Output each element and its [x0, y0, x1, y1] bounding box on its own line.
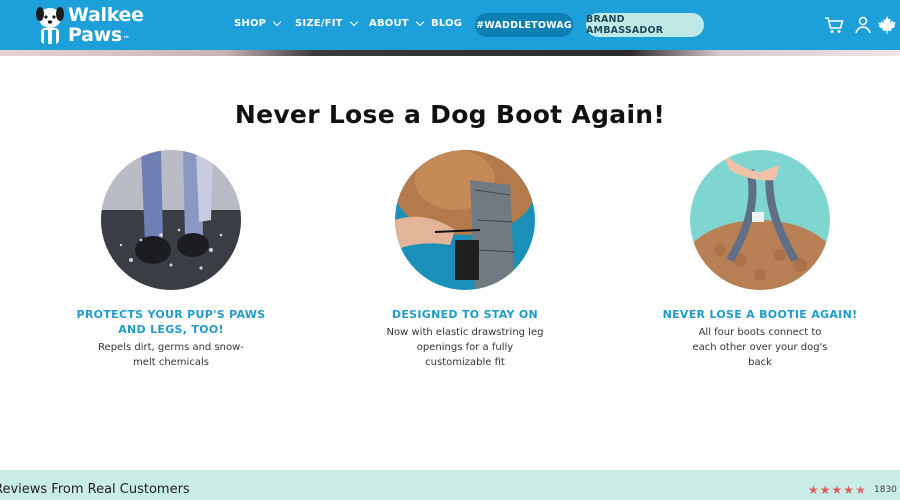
hero-image-edge — [0, 50, 900, 56]
chevron-down-icon — [349, 17, 358, 26]
feature-description: All four boots connect to each other ove… — [692, 327, 828, 368]
logo-text-line1: Walkee — [68, 4, 144, 26]
nav-size-fit[interactable]: SIZE/FIT — [295, 17, 358, 29]
star-icon: ★ — [831, 483, 843, 497]
star-icon: ★ — [808, 483, 819, 497]
feature-title: PROTECTS YOUR PUP'S PAWS AND LEGS, TOO! — [76, 308, 266, 336]
chevron-down-icon — [415, 17, 425, 26]
logo-text-line2-label: Paws — [68, 24, 122, 46]
feature-image-drawstring — [395, 150, 535, 290]
feature-image-connected-straps — [690, 150, 830, 290]
nav-size-fit-label: SIZE/FIT — [295, 18, 343, 29]
star-icon: ★ — [843, 483, 855, 497]
nav-blog[interactable]: BLOG — [431, 18, 462, 29]
star-rating[interactable]: ★ ★ ★ ★ ★ — [808, 484, 866, 496]
nav-about-label: ABOUT — [369, 18, 409, 29]
maple-leaf-icon[interactable] — [877, 15, 897, 35]
page-headline: Never Lose a Dog Boot Again! — [234, 100, 666, 129]
feature-never-lose: NEVER LOSE A BOOTIE AGAIN! All four boot… — [640, 150, 880, 370]
feature-title: DESIGNED TO STAY ON — [391, 308, 539, 321]
site-header: Walkee Paws ™ SHOP SIZE/FIT ABOUT BLOG #W… — [0, 0, 900, 50]
logo[interactable]: Walkee Paws ™ — [32, 4, 152, 48]
logo-text-line2: Paws ™ — [68, 24, 130, 46]
account-icon[interactable] — [853, 15, 873, 35]
nav-about[interactable]: ABOUT — [369, 17, 425, 29]
feature-protects: PROTECTS YOUR PUP'S PAWS AND LEGS, TOO! … — [51, 150, 291, 370]
reviews-bar: Reviews From Real Customers ★ ★ ★ ★ ★ 18… — [0, 470, 900, 500]
feature-image-puddle — [101, 150, 241, 290]
chevron-down-icon — [272, 17, 282, 26]
waddletowag-button[interactable]: #WADDLETOWAG — [475, 13, 573, 37]
nav-shop-label: SHOP — [234, 18, 267, 29]
brand-ambassador-button[interactable]: BRAND AMBASSADOR — [586, 13, 704, 37]
feature-description: Now with elastic drawstring leg openings… — [386, 327, 544, 368]
reviews-title: Reviews From Real Customers — [0, 482, 190, 497]
dog-logo-icon — [36, 7, 64, 44]
nav-blog-label: BLOG — [431, 18, 463, 29]
half-star-icon: ★ — [855, 483, 866, 497]
feature-stay-on: DESIGNED TO STAY ON Now with elastic dra… — [345, 150, 585, 370]
cart-icon[interactable] — [824, 15, 844, 35]
nav-shop[interactable]: SHOP — [234, 17, 282, 29]
feature-description: Repels dirt, germs and snow-melt chemica… — [98, 342, 244, 368]
feature-title: NEVER LOSE A BOOTIE AGAIN! — [662, 308, 858, 321]
review-count: 1830 — [874, 485, 897, 495]
star-icon: ★ — [819, 483, 831, 497]
